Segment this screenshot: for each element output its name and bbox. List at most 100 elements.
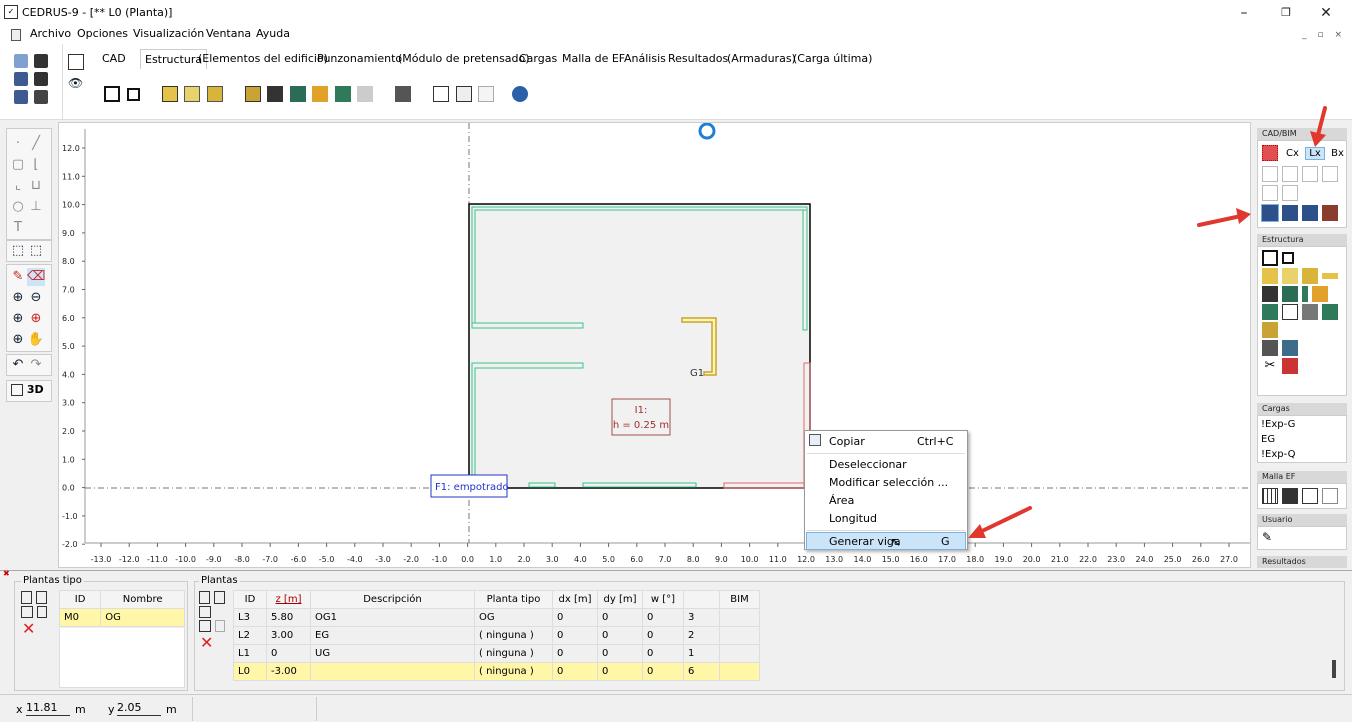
cell[interactable]: OG xyxy=(100,608,185,627)
tab-malla[interactable]: Malla de EF xyxy=(562,52,625,65)
column-icon[interactable] xyxy=(206,86,223,102)
building-delete-icon[interactable] xyxy=(1322,205,1338,221)
l-shape-tool-icon[interactable]: ⌊ xyxy=(27,156,45,174)
redo-icon[interactable]: ↷ xyxy=(27,356,45,374)
close-icon[interactable]: ✕ xyxy=(1308,2,1344,24)
tab-armaduras[interactable]: (Armaduras) xyxy=(727,52,796,65)
menu-item-deseleccionar[interactable]: Deseleccionar xyxy=(805,457,967,475)
export-floor-type-icon[interactable] xyxy=(37,606,47,618)
col-bim[interactable]: BIM xyxy=(719,590,760,609)
col-planta-tipo[interactable]: Planta tipo xyxy=(474,590,553,609)
rp-foundation-icon[interactable] xyxy=(1262,322,1278,338)
text-tool-icon[interactable]: T xyxy=(9,219,27,237)
menu-visualizacion[interactable]: Visualización xyxy=(133,27,204,40)
y-coordinate-field[interactable]: 2.05 xyxy=(117,701,161,716)
mesh-refine-icon[interactable] xyxy=(1282,488,1298,504)
menu-item-generar-viga[interactable]: Generar viga G xyxy=(806,532,966,550)
point-tool-icon[interactable]: · xyxy=(9,135,27,153)
copy-floor-icon[interactable] xyxy=(214,591,225,604)
cell[interactable]: 1 xyxy=(683,644,720,663)
rp-line-support-icon[interactable] xyxy=(1262,286,1278,302)
table-row[interactable]: L2 3.00 EG( ninguna ) 0 0 0 2 xyxy=(233,626,760,645)
copy-floor-type-icon[interactable] xyxy=(36,591,47,604)
restore-icon[interactable]: ❐ xyxy=(1268,2,1304,24)
cell[interactable]: L3 xyxy=(233,608,267,627)
table-row[interactable]: L3 5.80 OG1 OG 0 0 0 3 xyxy=(233,608,760,627)
eye-icon[interactable]: 👁 xyxy=(68,76,83,90)
tab-carga-ultima[interactable]: (Carga última) xyxy=(793,52,872,65)
new-floor-icon[interactable] xyxy=(199,591,210,604)
insert-floor-icon[interactable] xyxy=(199,606,211,618)
select-icon[interactable]: ⬚ xyxy=(9,242,27,260)
support-icon[interactable] xyxy=(244,86,261,102)
rp-slab-icon[interactable] xyxy=(1262,250,1278,266)
menu-archivo[interactable]: Archivo xyxy=(30,27,71,40)
tab-cargas[interactable]: Cargas xyxy=(519,52,557,65)
cell[interactable]: -3.00 xyxy=(266,662,311,681)
rectangle-tool-icon[interactable]: ▢ xyxy=(9,156,27,174)
wall-support-icon[interactable] xyxy=(334,86,351,102)
cell[interactable]: 0 xyxy=(642,626,684,645)
cell[interactable] xyxy=(719,626,760,645)
cell[interactable]: OG1 xyxy=(310,608,475,627)
new-floor-type-icon[interactable] xyxy=(21,591,32,604)
cell[interactable]: 3.00 xyxy=(266,626,311,645)
cell[interactable]: EG xyxy=(310,626,475,645)
building-icon[interactable] xyxy=(68,54,84,70)
cell[interactable]: 5.80 xyxy=(266,608,311,627)
building-model-icon[interactable] xyxy=(1261,204,1279,222)
rp-pin-icon[interactable] xyxy=(1302,286,1308,302)
bim-opening-icon[interactable] xyxy=(1262,185,1278,201)
mesh-table-icon[interactable] xyxy=(1302,488,1318,504)
col-order[interactable] xyxy=(683,590,720,609)
rp-strip-icon[interactable] xyxy=(1322,273,1338,279)
print-preview-icon[interactable] xyxy=(34,72,48,86)
delete-floor-icon[interactable]: ✕ xyxy=(200,633,213,652)
cell[interactable]: 0 xyxy=(552,644,598,663)
undo-icon[interactable]: ↶ xyxy=(9,356,27,374)
opening-icon[interactable] xyxy=(126,87,140,101)
cell[interactable]: 6 xyxy=(683,662,720,681)
menu-item-longitud[interactable]: Longitud xyxy=(805,511,967,529)
rp-wall-icon[interactable] xyxy=(1262,268,1278,284)
print-icon[interactable] xyxy=(34,54,48,68)
cell[interactable]: 2 xyxy=(683,626,720,645)
edit-icon[interactable]: ✎ xyxy=(9,268,27,286)
point-support-icon[interactable] xyxy=(312,86,328,102)
rp-brick-icon[interactable] xyxy=(1282,358,1298,374)
mesh-grid-icon[interactable] xyxy=(1322,488,1338,504)
col-descripcion[interactable]: Descripción xyxy=(310,590,475,609)
load-case-item[interactable]: EG xyxy=(1261,432,1343,447)
export-icon[interactable] xyxy=(34,90,48,104)
zoom-window-icon[interactable]: ⊕ xyxy=(9,310,27,328)
col-id[interactable]: ID xyxy=(58,590,102,609)
building-export-icon[interactable] xyxy=(1302,205,1318,221)
circle-tool-icon[interactable]: ○ xyxy=(9,198,27,216)
drawing-canvas[interactable]: 12.0 11.0 10.0 9.0 8.0 7.0 6.0 5.0 4.0 3.0 2.0 1.0 0… xyxy=(58,122,1251,568)
rp-column-icon[interactable] xyxy=(1302,268,1318,284)
cell[interactable]: 0 xyxy=(597,644,643,663)
tab-pretensado[interactable]: (Módulo de pretensado) xyxy=(398,52,530,65)
rp-free-wall-icon[interactable] xyxy=(1282,304,1298,320)
bim-slab-icon[interactable] xyxy=(1322,166,1338,182)
zoom-extent-icon[interactable]: ⊕ xyxy=(9,331,27,349)
new-slab-icon[interactable] xyxy=(104,86,120,102)
grid-cad-icon[interactable] xyxy=(1262,145,1278,161)
menu-item-modificar[interactable]: Modificar selección ... xyxy=(805,475,967,493)
cell[interactable]: L1 xyxy=(233,644,267,663)
rp-stair-icon[interactable] xyxy=(1262,340,1278,356)
menu-item-copiar[interactable]: Copiar Ctrl+C xyxy=(805,431,967,451)
rp-hinge-icon[interactable] xyxy=(1302,304,1318,320)
tab-cad[interactable]: CAD xyxy=(102,52,126,65)
menu-ayuda[interactable]: Ayuda xyxy=(256,27,290,40)
menu-ventana[interactable]: Ventana xyxy=(206,27,251,40)
cell[interactable]: UG xyxy=(310,644,475,663)
check-icon[interactable] xyxy=(455,86,472,102)
erase-icon[interactable]: ⌫ xyxy=(27,268,45,286)
pan-icon[interactable]: ✋ xyxy=(27,331,45,349)
tab-punzonamiento[interactable]: Punzonamiento xyxy=(317,52,402,65)
save-as-icon[interactable] xyxy=(14,90,28,104)
table-row-selected[interactable]: L0 -3.00( ninguna ) 0 0 0 6 xyxy=(233,662,760,681)
panel-close-icon[interactable]: ✖ xyxy=(3,569,10,578)
bim-edit-icon[interactable] xyxy=(1282,185,1298,201)
